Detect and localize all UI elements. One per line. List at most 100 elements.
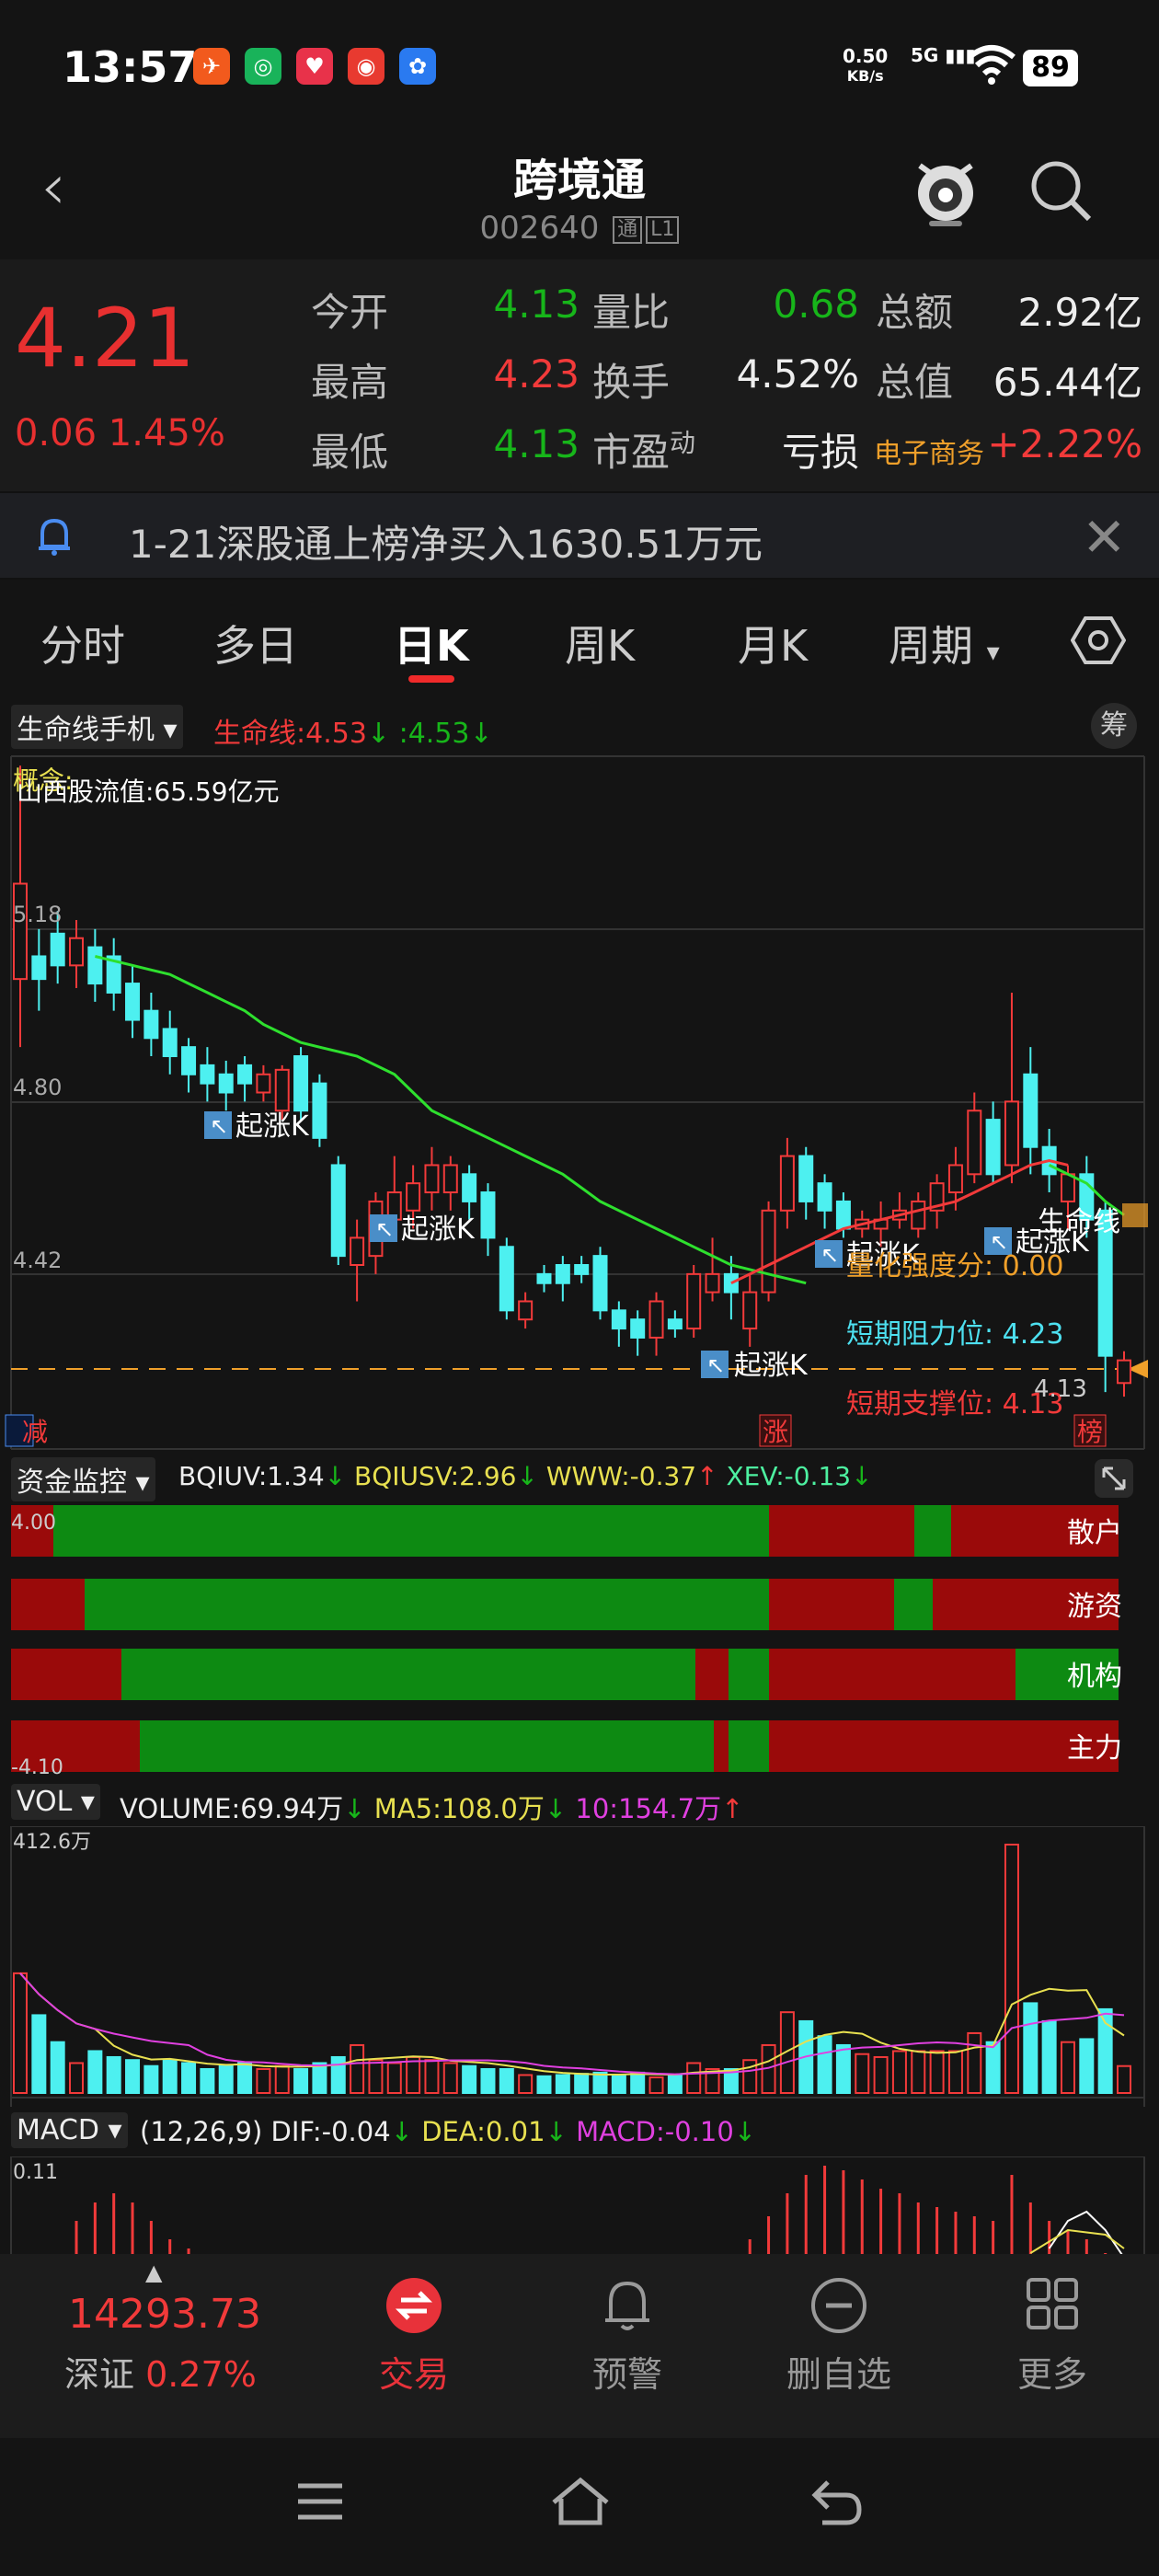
back-icon[interactable] [809, 2477, 865, 2528]
candle-down [200, 1064, 215, 1085]
volume-bar [947, 2050, 963, 2094]
volume-bar [667, 2074, 683, 2095]
more-grid-icon[interactable] [1025, 2276, 1080, 2331]
tab-fenshi[interactable]: 分时 [40, 613, 125, 673]
trade-icon[interactable] [384, 2276, 443, 2335]
price-change: 0.06 1.45% [15, 412, 225, 454]
capital-dropdown[interactable]: 资金监控 ▾ [11, 1457, 155, 1501]
volume-bar [1004, 1844, 1019, 2094]
tab-zhouk[interactable]: 周K [565, 613, 635, 673]
capital-segment [769, 1579, 894, 1630]
expand-up-icon[interactable]: ▲ [145, 2260, 162, 2285]
candle-down [835, 1200, 851, 1230]
capital-row-label: 散户 [1067, 1517, 1122, 1549]
notice-bar[interactable]: 1-21深股通上榜净买入1630.51万元 ✕ [0, 491, 1159, 580]
robot-owl-icon[interactable] [911, 155, 981, 228]
volume-bar [181, 2062, 197, 2094]
candle-up [256, 1073, 271, 1094]
macd-chart[interactable]: 0.11 [0, 2156, 1159, 2254]
net-speed: 0.50 KB/s [843, 45, 889, 85]
candle-down [162, 1028, 178, 1058]
quote-key: 总值 [876, 360, 954, 405]
close-icon[interactable]: ✕ [1082, 506, 1127, 569]
capital-row-label: 游资 [1067, 1591, 1122, 1623]
nav-alert[interactable]: 预警 [535, 2346, 719, 2397]
zhang-badge: 涨 [763, 1417, 788, 1447]
period-tabs: 分时 多日 日K 周K 月K 周期 ▾ [0, 581, 1159, 692]
dropdown-arrow-icon: ▾ [986, 637, 1000, 667]
quote-value: 4.13 [493, 421, 580, 466]
capital-segment [769, 1720, 1119, 1772]
tab-duori[interactable]: 多日 [213, 613, 298, 673]
nav-trade[interactable]: 交易 [322, 2346, 506, 2397]
volume-bar [368, 2059, 384, 2095]
macd-dropdown[interactable]: MACD ▾ [11, 2112, 128, 2148]
volume-chart[interactable]: 412.6万 [0, 1826, 1159, 2107]
svg-text:↖: ↖ [706, 1352, 725, 1378]
kline-chart[interactable]: 概念: 山西股流值:65.59亿元 5.18 4.80 4.42 ↖ 起涨K ↖… [0, 754, 1159, 1454]
candle-up [648, 1300, 664, 1339]
chips-button[interactable]: 筹 [1091, 703, 1137, 749]
candle-up [442, 1164, 458, 1194]
last-price-label: 4.13 [1034, 1375, 1087, 1403]
volume-bar [31, 2014, 47, 2095]
volume-bar [424, 2059, 440, 2095]
candle-down [798, 1155, 814, 1202]
quote-value: +2.22% [987, 421, 1142, 466]
home-icon[interactable] [548, 2475, 613, 2528]
menu-icon[interactable] [294, 2478, 346, 2524]
svg-text:↖: ↖ [820, 1242, 839, 1268]
candle-down [630, 1318, 646, 1339]
remove-watch-icon[interactable] [809, 2276, 868, 2335]
volume-bar [50, 2041, 65, 2094]
candle-up [1004, 1100, 1019, 1167]
volume-bar [143, 2064, 159, 2095]
nav-remove-watch[interactable]: 删自选 [747, 2346, 931, 2397]
candle-up [779, 1155, 795, 1212]
candle-down [330, 1164, 346, 1258]
candle-down [50, 932, 65, 967]
tab-zhouqi[interactable]: 周期 ▾ [889, 613, 1000, 673]
clock: 13:57 [63, 42, 198, 92]
quote-key: 最高 [311, 360, 389, 405]
bell-alert-icon[interactable] [598, 2276, 657, 2335]
volume-bar [442, 2062, 458, 2094]
capital-segment [914, 1505, 951, 1557]
quote-key: 今开 [311, 290, 389, 335]
volume-bar [536, 2075, 552, 2095]
capital-row-label: 主力 [1067, 1732, 1122, 1765]
volume-bar [891, 2050, 907, 2094]
tab-rik[interactable]: 日K [394, 613, 469, 673]
volume-bar [350, 2043, 365, 2095]
candle-up [947, 1164, 963, 1194]
candle-down [592, 1255, 608, 1312]
vol-dropdown[interactable]: VOL ▾ [11, 1784, 100, 1820]
float-cap-label: 山西股流值:65.59亿元 [17, 776, 280, 807]
svg-text:↖: ↖ [210, 1113, 228, 1139]
axis-label: 4.42 [13, 1248, 62, 1273]
volume-bar [686, 2062, 702, 2094]
wechat-icon: ◎ [245, 48, 281, 85]
index-info[interactable]: 深证 0.27% [64, 2346, 257, 2397]
indicator-dropdown[interactable]: 生命线手机 ▾ [11, 705, 183, 749]
search-icon[interactable] [1027, 156, 1095, 224]
qizhang-label: 起涨K [235, 1110, 310, 1143]
settings-icon[interactable] [1071, 615, 1126, 666]
index-value[interactable]: 14293.73 [68, 2291, 261, 2338]
tab-yuek[interactable]: 月K [738, 613, 808, 673]
capital-segment [769, 1649, 1016, 1700]
nav-more[interactable]: 更多 [960, 2346, 1144, 2397]
resist-label: 短期阻力位: 4.23 [846, 1318, 1063, 1351]
volume-bar [630, 2071, 646, 2094]
last-price: 4.21 [15, 291, 195, 385]
qizhang-label: 起涨K [734, 1350, 809, 1382]
capital-segment [769, 1505, 914, 1557]
expand-icon[interactable] [1093, 1457, 1135, 1500]
volume-bar [13, 1972, 28, 2094]
candle-down [611, 1309, 626, 1330]
candle-down [87, 946, 103, 985]
capital-segment [121, 1649, 695, 1700]
quote-value: 0.68 [773, 282, 859, 327]
candle-down [31, 955, 47, 981]
candle-down [985, 1119, 1001, 1176]
